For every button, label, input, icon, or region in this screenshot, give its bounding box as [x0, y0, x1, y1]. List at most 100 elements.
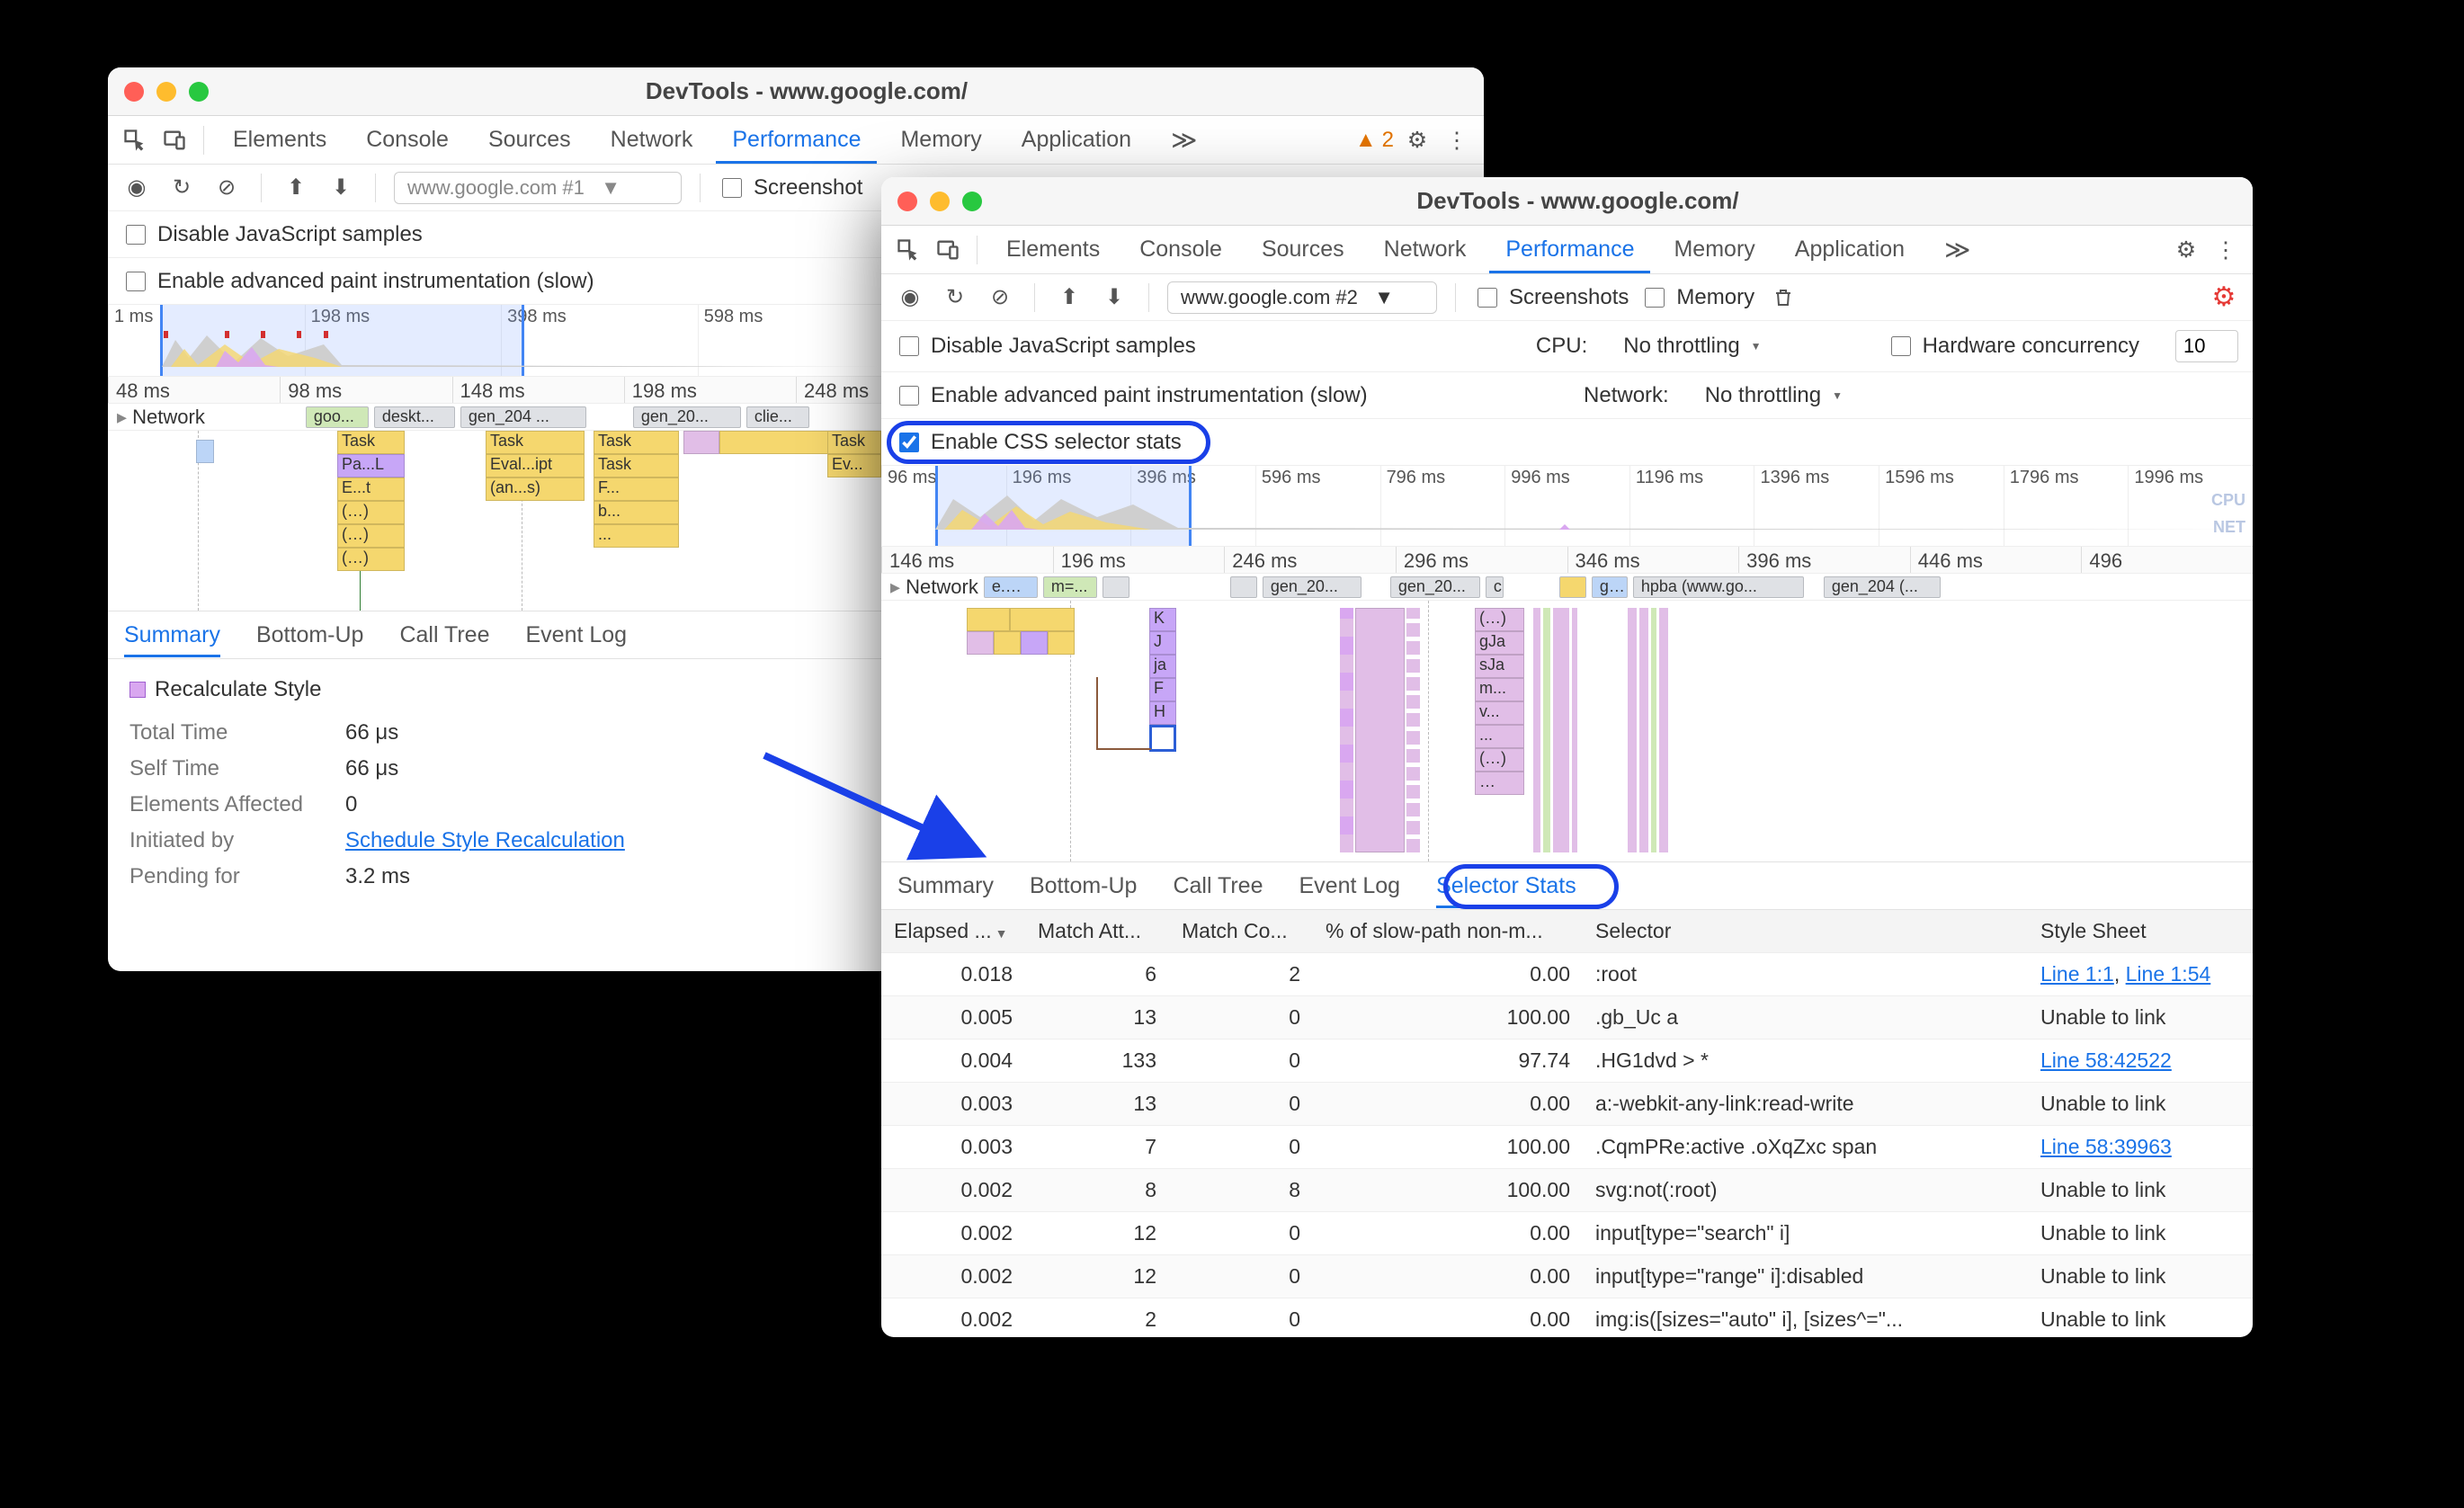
hardware-concurrency-toggle[interactable]: Hardware concurrency [1888, 334, 2139, 359]
table-row[interactable]: 0.0021200.00input[type="search" i]Unable… [881, 1212, 2253, 1255]
memory-toggle[interactable]: Memory [1641, 285, 1754, 310]
network-track-label[interactable]: Network [890, 576, 978, 599]
tab-bottom-up[interactable]: Bottom-Up [256, 613, 363, 657]
inspect-icon[interactable] [892, 234, 924, 266]
network-throttle-select[interactable]: No throttling [1705, 383, 1843, 408]
enable-css-selector-stats-toggle[interactable]: Enable CSS selector stats [896, 430, 1182, 455]
col-slow-path[interactable]: % of slow-path non-m... [1313, 910, 1583, 953]
network-block[interactable]: m=... [1043, 576, 1097, 598]
tab-elements[interactable]: Elements [990, 226, 1116, 273]
tab-performance[interactable]: Performance [1489, 226, 1650, 273]
network-block[interactable]: hpba (www.go... [1633, 576, 1804, 598]
garbage-collect-icon[interactable] [1767, 281, 1799, 314]
network-block[interactable]: gen_204 (... [1824, 576, 1941, 598]
tab-console[interactable]: Console [1123, 226, 1238, 273]
device-toggle-icon[interactable] [932, 234, 964, 266]
record-icon[interactable]: ◉ [121, 172, 153, 204]
warnings-badge[interactable]: ▲ 2 [1355, 128, 1394, 153]
col-elapsed[interactable]: Elapsed ... [881, 910, 1025, 953]
cpu-throttle-select[interactable]: No throttling [1623, 334, 1761, 359]
network-block[interactable]: gen [1592, 576, 1628, 598]
col-selector[interactable]: Selector [1583, 910, 2028, 953]
table-row[interactable]: 0.005130100.00.gb_Uc aUnable to link [881, 996, 2253, 1040]
tab-event-log[interactable]: Event Log [1299, 864, 1401, 908]
recording-select[interactable]: www.google.com #2 ▼ [1167, 281, 1437, 314]
screenshots-toggle[interactable]: Screenshot [719, 175, 862, 201]
minimize-window[interactable] [156, 82, 176, 102]
disable-js-samples-toggle[interactable]: Disable JavaScript samples [122, 222, 423, 247]
tab-call-tree[interactable]: Call Tree [399, 613, 489, 657]
clear-icon[interactable]: ⊘ [984, 281, 1016, 314]
network-block[interactable]: gen_204 ... [460, 406, 586, 428]
reload-icon[interactable]: ↻ [939, 281, 971, 314]
tab-memory[interactable]: Memory [884, 116, 997, 164]
table-row[interactable]: 0.018620.00:rootLine 1:1, Line 1:54 [881, 953, 2253, 996]
tab-memory[interactable]: Memory [1657, 226, 1771, 273]
maximize-window[interactable] [189, 82, 209, 102]
close-window[interactable] [124, 82, 144, 102]
network-block[interactable] [1103, 576, 1129, 598]
tab-summary[interactable]: Summary [124, 613, 220, 657]
kebab-menu-icon[interactable]: ⋮ [1441, 124, 1473, 156]
load-profile-icon[interactable]: ⬆ [280, 172, 312, 204]
tabs-more[interactable]: ≫ [1928, 224, 1986, 275]
col-match-count[interactable]: Match Co... [1169, 910, 1313, 953]
table-row[interactable]: 0.0021200.00input[type="range" i]:disabl… [881, 1255, 2253, 1298]
advanced-paint-toggle[interactable]: Enable advanced paint instrumentation (s… [896, 383, 1368, 408]
capture-settings-icon[interactable]: ⚙ [2208, 281, 2240, 314]
tab-selector-stats[interactable]: Selector Stats [1436, 864, 1576, 908]
table-row[interactable]: 0.002200.00img:is([sizes="auto" i], [siz… [881, 1298, 2253, 1338]
stylesheet-link[interactable]: Line 1:1 [2040, 962, 2114, 986]
network-block[interactable]: gen_20... [1263, 576, 1361, 598]
table-row[interactable]: 0.00288100.00svg:not(:root)Unable to lin… [881, 1169, 2253, 1212]
device-toggle-icon[interactable] [158, 124, 191, 156]
hardware-concurrency-input[interactable] [2175, 330, 2238, 362]
stylesheet-link[interactable]: Line 58:39963 [2040, 1135, 2172, 1158]
minimize-window[interactable] [930, 192, 950, 211]
recording-select[interactable]: www.google.com #1 ▼ [394, 172, 682, 204]
network-block[interactable] [1559, 576, 1586, 598]
col-style-sheet[interactable]: Style Sheet [2028, 910, 2253, 953]
table-row[interactable]: 0.00370100.00.CqmPRe:active .oXqZxc span… [881, 1126, 2253, 1169]
stylesheet-link[interactable]: Line 58:42522 [2040, 1048, 2172, 1072]
tab-network[interactable]: Network [594, 116, 710, 164]
close-window[interactable] [897, 192, 917, 211]
tab-event-log[interactable]: Event Log [526, 613, 628, 657]
tab-application[interactable]: Application [1005, 116, 1147, 164]
advanced-paint-toggle[interactable]: Enable advanced paint instrumentation (s… [122, 269, 594, 294]
save-profile-icon[interactable]: ⬇ [325, 172, 357, 204]
network-block[interactable]: clie... [746, 406, 809, 428]
network-track-label[interactable]: Network [117, 406, 205, 429]
disable-js-samples-toggle[interactable]: Disable JavaScript samples [896, 334, 1196, 359]
tab-sources[interactable]: Sources [472, 116, 587, 164]
tab-console[interactable]: Console [350, 116, 465, 164]
screenshots-toggle[interactable]: Screenshots [1474, 285, 1629, 310]
network-block[interactable]: gen_20... [633, 406, 741, 428]
kebab-menu-icon[interactable]: ⋮ [2210, 234, 2242, 266]
tab-performance[interactable]: Performance [716, 116, 877, 164]
save-profile-icon[interactable]: ⬇ [1098, 281, 1130, 314]
tab-call-tree[interactable]: Call Tree [1173, 864, 1263, 908]
inspect-icon[interactable] [119, 124, 151, 156]
table-row[interactable]: 0.0031300.00a:-webkit-any-link:read-writ… [881, 1083, 2253, 1126]
reload-icon[interactable]: ↻ [165, 172, 198, 204]
stylesheet-link[interactable]: Line 1:54 [2126, 962, 2211, 986]
overview-timeline[interactable]: 96 ms 196 ms 396 ms 596 ms 796 ms 996 ms… [881, 466, 2253, 547]
tab-summary[interactable]: Summary [897, 864, 994, 908]
tab-bottom-up[interactable]: Bottom-Up [1030, 864, 1137, 908]
clear-icon[interactable]: ⊘ [210, 172, 243, 204]
flame-chart[interactable]: K J ja F H (…) gJa sJa m... v... ... (…) [881, 601, 2253, 861]
tab-application[interactable]: Application [1779, 226, 1921, 273]
flame-ruler[interactable]: 146 ms 196 ms 246 ms 296 ms 346 ms 396 m… [881, 547, 2253, 574]
network-block[interactable]: c [1486, 576, 1504, 598]
network-block[interactable]: e.com [984, 576, 1038, 598]
table-row[interactable]: 0.004133097.74.HG1dvd > *Line 58:42522 [881, 1040, 2253, 1083]
tabs-more[interactable]: ≫ [1155, 114, 1213, 165]
tab-elements[interactable]: Elements [217, 116, 343, 164]
network-block[interactable] [1230, 576, 1257, 598]
network-block[interactable]: deskt... [374, 406, 455, 428]
maximize-window[interactable] [962, 192, 982, 211]
network-block[interactable]: goo... [306, 406, 369, 428]
network-block[interactable]: gen_20... [1390, 576, 1480, 598]
initiated-by-link[interactable]: Schedule Style Recalculation [345, 828, 625, 853]
